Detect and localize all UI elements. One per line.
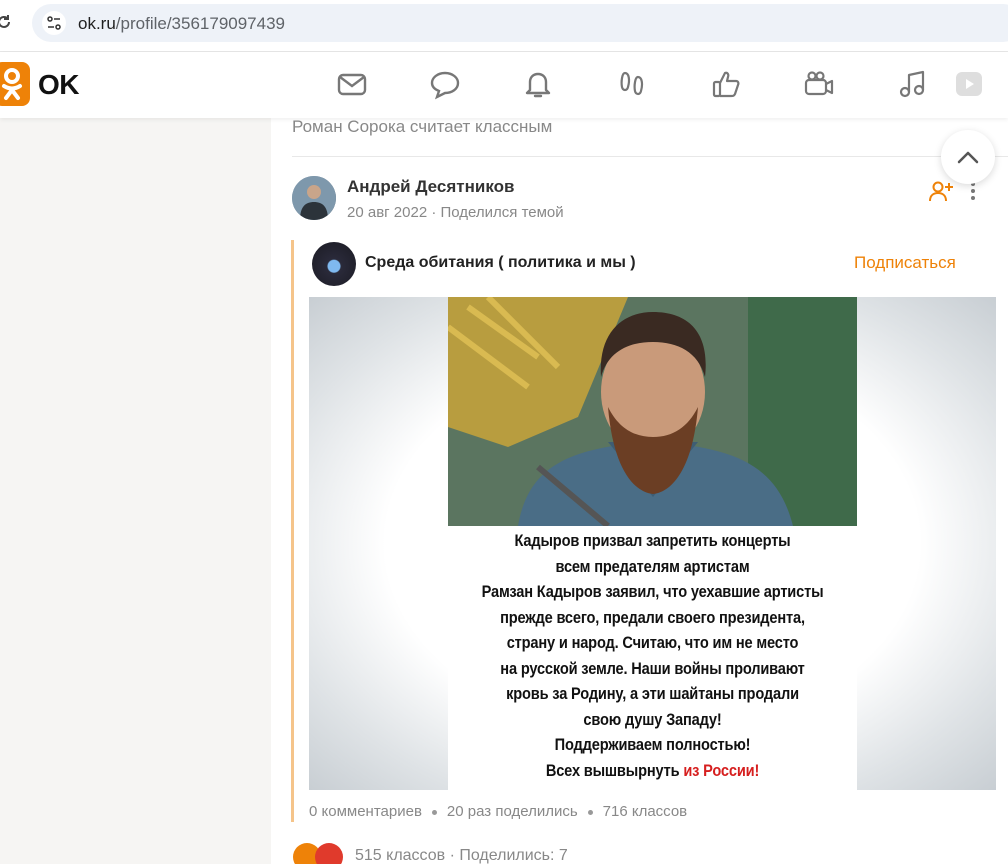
reload-icon[interactable] (0, 12, 14, 32)
image-text-line: всем предателям артистам (555, 557, 750, 576)
address-bar[interactable]: ok.ru/profile/356179097439 (32, 4, 1008, 42)
image-text-line: Рамзан Кадыров заявил, что уехавшие арти… (481, 582, 824, 601)
outer-likes-count[interactable]: 515 классов (355, 847, 445, 864)
group-avatar[interactable] (312, 242, 356, 286)
mail-icon[interactable] (336, 68, 368, 100)
outer-shares-count[interactable]: Поделились: 7 (459, 847, 567, 864)
image-text-black: Всех вышвырнуть (545, 761, 680, 780)
image-text-line: прежде всего, предали своего президента, (500, 608, 805, 627)
likes-count[interactable]: 716 классов (603, 803, 688, 820)
previous-feed-item[interactable]: Роман Сорока считает классным (292, 117, 552, 137)
ok-header: OK (0, 52, 1008, 118)
image-text-line: Кадыров призвал запретить концерты (514, 531, 791, 550)
left-sidebar (0, 118, 271, 864)
image-text-red: из России! (683, 761, 760, 780)
ok-logo-text[interactable]: OK (38, 69, 80, 101)
comments-count[interactable]: 0 комментариев (309, 803, 422, 820)
add-friend-icon[interactable] (929, 180, 953, 202)
outer-stats: 515 классов · Поделились: 7 (355, 847, 568, 864)
inner-stats-row: 0 комментариев 20 раз поделились 716 класс… (309, 803, 687, 820)
site-info-icon[interactable] (42, 11, 66, 35)
author-name[interactable]: Андрей Десятников (347, 177, 514, 197)
play-icon[interactable] (952, 68, 984, 100)
image-text-line: на русской земле. Наши войны проливают (500, 659, 805, 678)
post-photo (448, 297, 857, 526)
post-date[interactable]: 20 авг 2022 (347, 204, 427, 221)
image-text-line: кровь за Родину, а эти шайтаны продали (506, 684, 799, 703)
like-icon[interactable] (710, 68, 742, 100)
url-host: ok.ru (78, 14, 116, 33)
meta-separator: · (431, 204, 441, 221)
image-text-line: свою душу Западу! (583, 710, 722, 729)
music-icon[interactable] (896, 68, 928, 100)
browser-bar: ok.ru/profile/356179097439 (0, 0, 1008, 52)
image-text-line-final: Всех вышвырнуть из России! (477, 761, 829, 781)
post-meta: 20 авг 2022 · Поделился темой (347, 204, 564, 221)
outer-stats-separator: · (449, 847, 460, 864)
chevron-up-icon (957, 151, 979, 164)
post-image-text: Кадыров призвал запретить концерты всем … (448, 526, 857, 790)
ok-logo-icon[interactable] (0, 62, 30, 106)
bell-icon[interactable] (522, 68, 554, 100)
post-image[interactable]: Кадыров призвал запретить концерты всем … (309, 297, 996, 790)
stats-separator (431, 809, 437, 815)
scroll-to-top-button[interactable] (941, 130, 995, 184)
feed-divider (292, 156, 1008, 157)
subscribe-button[interactable]: Подписаться (854, 253, 956, 273)
post-action: Поделился темой (440, 204, 564, 221)
chat-icon[interactable] (429, 68, 461, 100)
shared-topic: Среда обитания ( политика и мы ) Подписа… (291, 240, 1003, 822)
url-path: /profile/356179097439 (115, 14, 285, 33)
image-text-line: Поддерживаем полностью! (554, 735, 751, 754)
author-avatar[interactable] (292, 176, 336, 220)
video-icon[interactable] (803, 68, 835, 100)
group-name[interactable]: Среда обитания ( политика и мы ) (365, 254, 636, 272)
url-text[interactable]: ok.ru/profile/356179097439 (78, 14, 285, 34)
image-text-line: страну и народ. Считаю, что им не место (506, 633, 799, 652)
shares-count[interactable]: 20 раз поделились (447, 803, 578, 820)
guests-icon[interactable] (616, 68, 648, 100)
stats-separator (587, 809, 593, 815)
heart-reaction-icon[interactable] (315, 843, 343, 864)
